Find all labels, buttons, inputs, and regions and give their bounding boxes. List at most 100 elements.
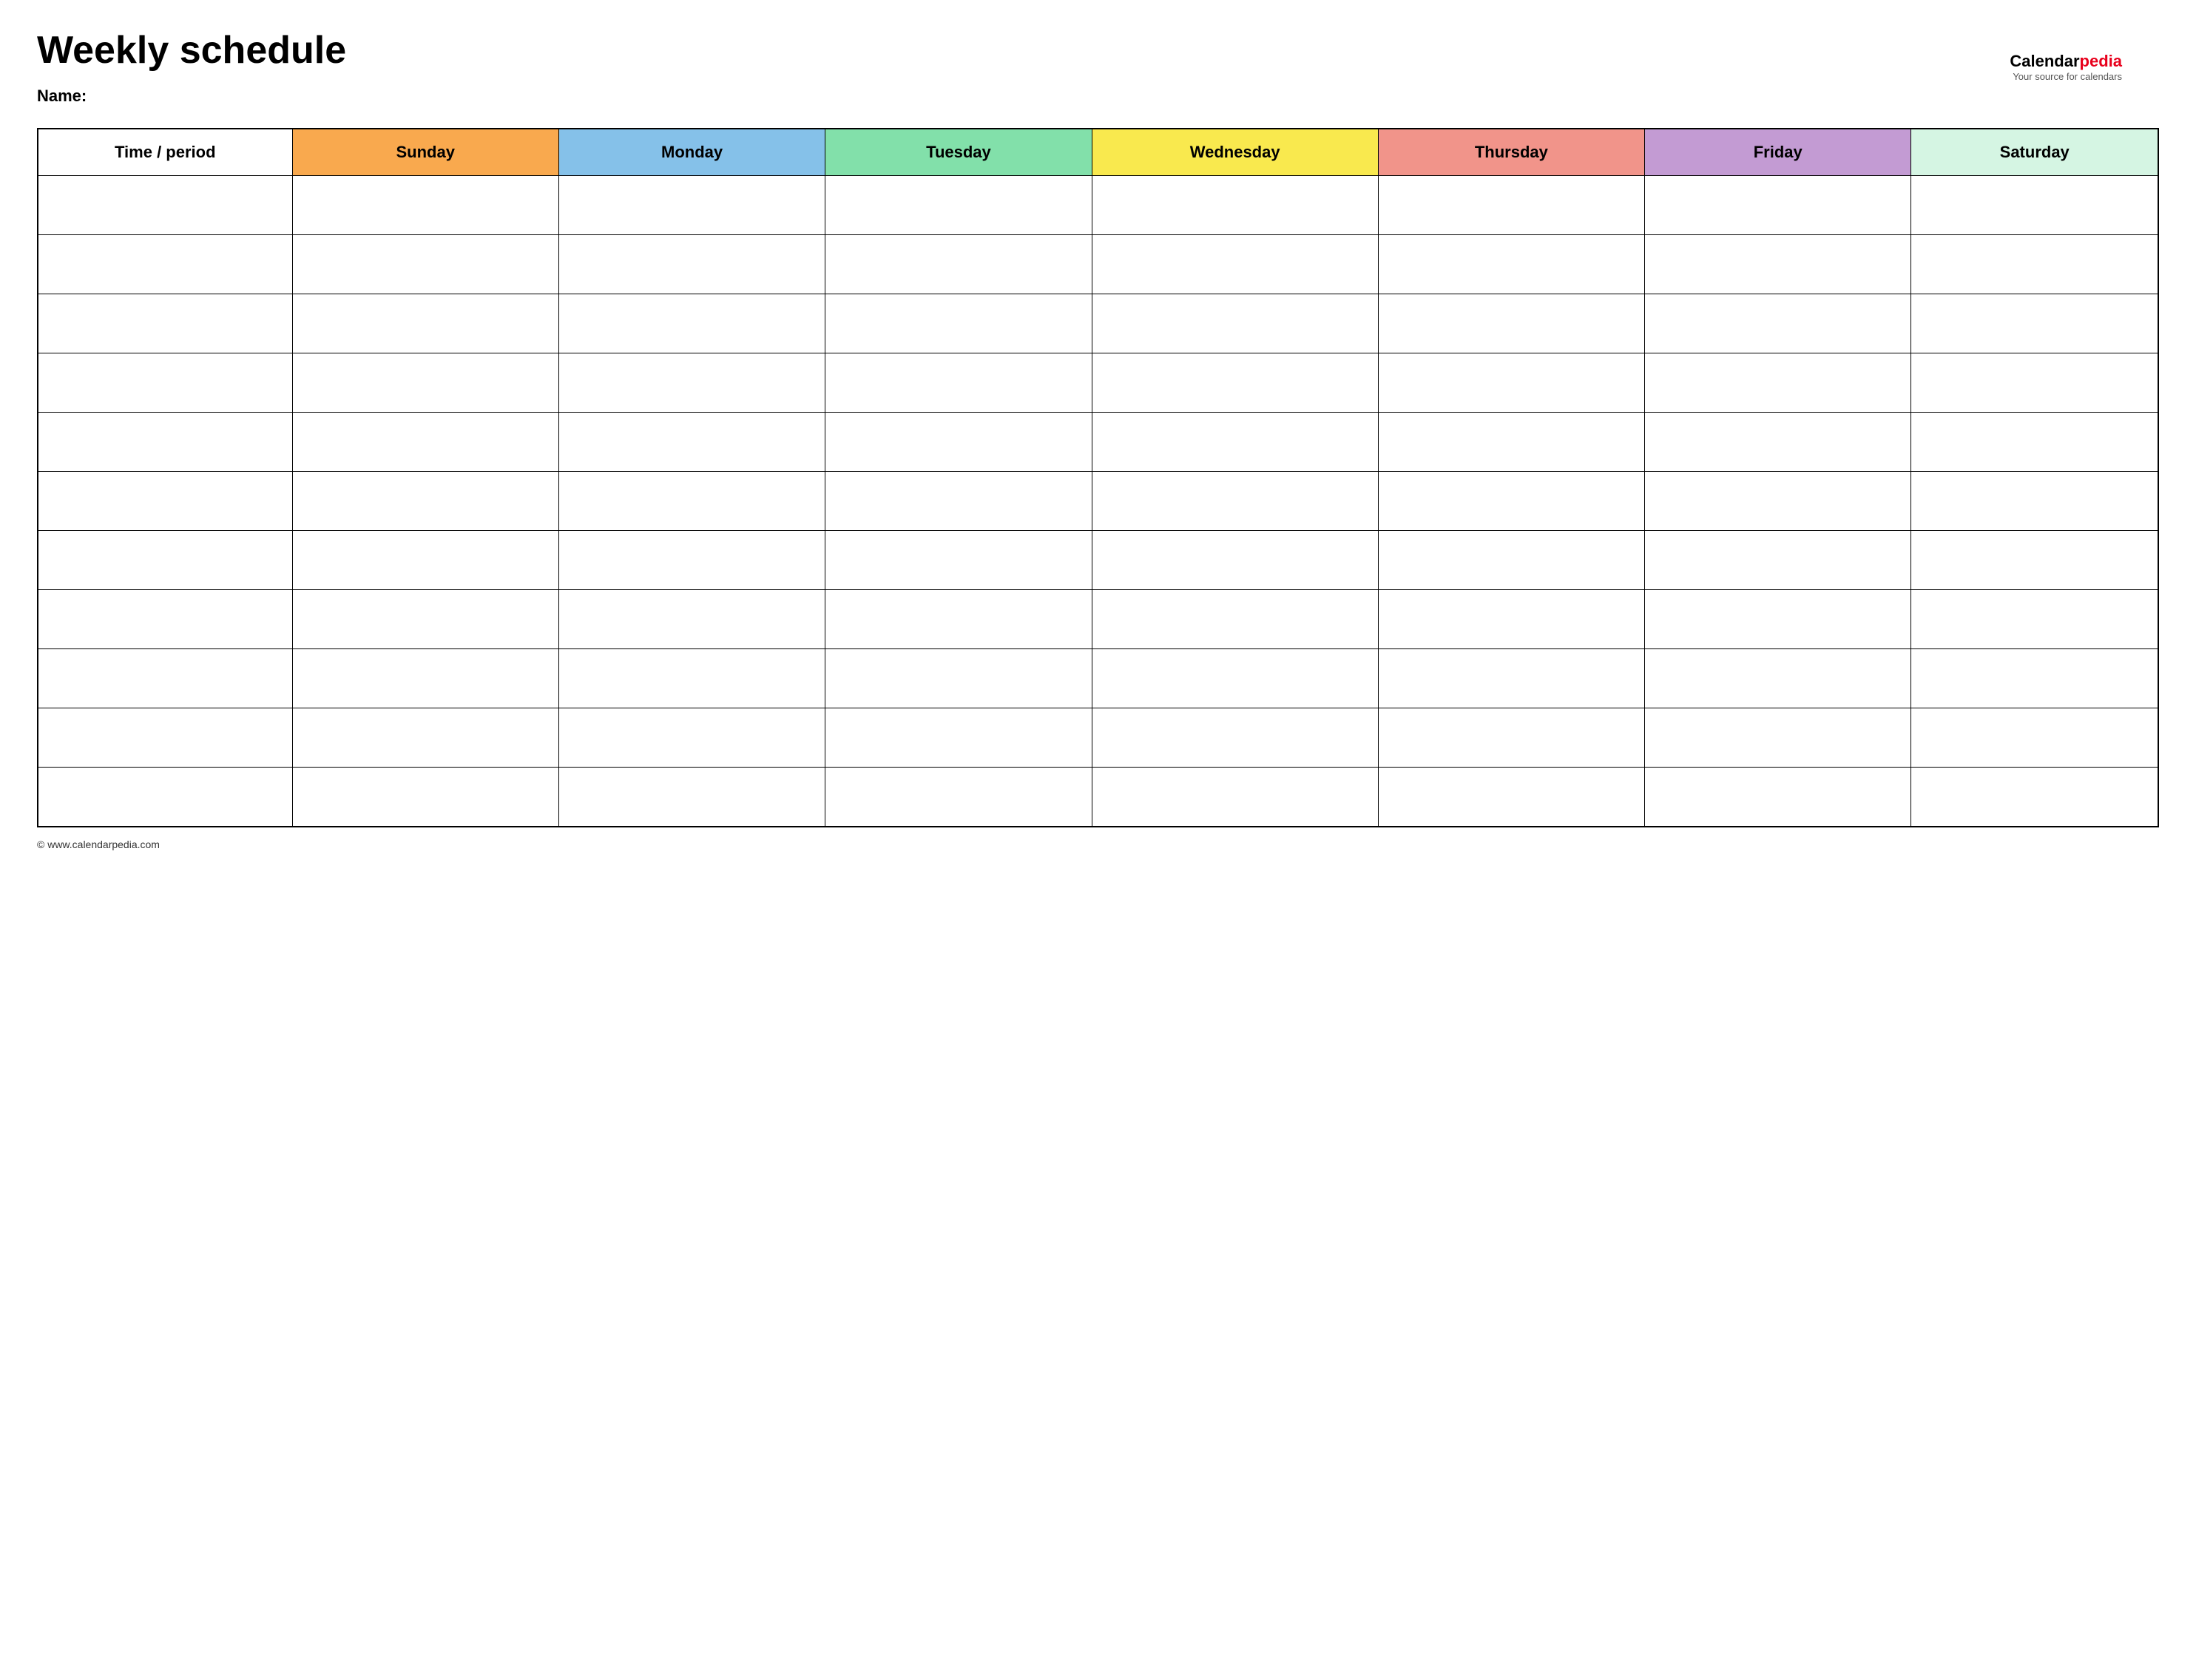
schedule-cell[interactable]	[1378, 294, 1644, 353]
schedule-cell[interactable]	[1911, 413, 2158, 472]
schedule-cell[interactable]	[292, 413, 558, 472]
schedule-cell[interactable]	[38, 413, 292, 472]
schedule-cell[interactable]	[825, 531, 1092, 590]
schedule-cell[interactable]	[825, 768, 1092, 827]
schedule-cell[interactable]	[292, 531, 558, 590]
schedule-cell[interactable]	[1911, 353, 2158, 413]
schedule-cell[interactable]	[1378, 768, 1644, 827]
schedule-cell[interactable]	[1378, 649, 1644, 708]
table-row	[38, 235, 2158, 294]
schedule-cell[interactable]	[1911, 649, 2158, 708]
schedule-cell[interactable]	[558, 235, 825, 294]
schedule-cell[interactable]	[1378, 590, 1644, 649]
schedule-cell[interactable]	[292, 590, 558, 649]
schedule-cell[interactable]	[1378, 413, 1644, 472]
schedule-cell[interactable]	[825, 235, 1092, 294]
table-row	[38, 472, 2158, 531]
schedule-cell[interactable]	[825, 472, 1092, 531]
schedule-cell[interactable]	[1092, 353, 1378, 413]
schedule-cell[interactable]	[1092, 708, 1378, 768]
schedule-cell[interactable]	[825, 649, 1092, 708]
schedule-cell[interactable]	[1911, 768, 2158, 827]
schedule-cell[interactable]	[558, 353, 825, 413]
schedule-cell[interactable]	[1092, 235, 1378, 294]
schedule-cell[interactable]	[1645, 590, 1911, 649]
schedule-cell[interactable]	[825, 590, 1092, 649]
schedule-cell[interactable]	[38, 649, 292, 708]
schedule-cell[interactable]	[1645, 768, 1911, 827]
schedule-cell[interactable]	[38, 176, 292, 235]
schedule-cell[interactable]	[292, 235, 558, 294]
schedule-cell[interactable]	[825, 176, 1092, 235]
schedule-cell[interactable]	[558, 472, 825, 531]
schedule-cell[interactable]	[1645, 353, 1911, 413]
schedule-cell[interactable]	[1911, 531, 2158, 590]
footer-url: © www.calendarpedia.com	[37, 839, 160, 850]
schedule-cell[interactable]	[1092, 472, 1378, 531]
schedule-cell[interactable]	[1911, 176, 2158, 235]
schedule-cell[interactable]	[825, 708, 1092, 768]
schedule-cell[interactable]	[292, 294, 558, 353]
schedule-cell[interactable]	[558, 531, 825, 590]
schedule-cell[interactable]	[558, 294, 825, 353]
schedule-cell[interactable]	[292, 353, 558, 413]
schedule-cell[interactable]	[292, 768, 558, 827]
schedule-cell[interactable]	[1092, 590, 1378, 649]
schedule-cell[interactable]	[558, 768, 825, 827]
schedule-cell[interactable]	[825, 294, 1092, 353]
schedule-cell[interactable]	[38, 235, 292, 294]
schedule-cell[interactable]	[558, 649, 825, 708]
schedule-cell[interactable]	[38, 353, 292, 413]
schedule-cell[interactable]	[1645, 649, 1911, 708]
schedule-cell[interactable]	[825, 353, 1092, 413]
schedule-cell[interactable]	[292, 176, 558, 235]
schedule-cell[interactable]	[558, 176, 825, 235]
schedule-cell[interactable]	[292, 649, 558, 708]
schedule-cell[interactable]	[1378, 235, 1644, 294]
schedule-cell[interactable]	[1092, 413, 1378, 472]
schedule-cell[interactable]	[292, 472, 558, 531]
schedule-cell[interactable]	[1092, 649, 1378, 708]
schedule-cell[interactable]	[292, 708, 558, 768]
schedule-cell[interactable]	[1378, 176, 1644, 235]
schedule-cell[interactable]	[1911, 235, 2158, 294]
schedule-cell[interactable]	[1378, 708, 1644, 768]
schedule-cell[interactable]	[558, 708, 825, 768]
table-row	[38, 590, 2158, 649]
schedule-cell[interactable]	[38, 768, 292, 827]
schedule-cell[interactable]	[1378, 353, 1644, 413]
schedule-cell[interactable]	[1911, 590, 2158, 649]
schedule-cell[interactable]	[1911, 294, 2158, 353]
schedule-cell[interactable]	[1092, 176, 1378, 235]
page-title: Weekly schedule	[37, 30, 2159, 72]
schedule-cell[interactable]	[558, 590, 825, 649]
schedule-cell[interactable]	[825, 413, 1092, 472]
name-label: Name:	[37, 87, 2159, 106]
schedule-cell[interactable]	[1911, 708, 2158, 768]
schedule-cell[interactable]	[1645, 708, 1911, 768]
schedule-cell[interactable]	[1378, 531, 1644, 590]
schedule-cell[interactable]	[1378, 472, 1644, 531]
schedule-cell[interactable]	[1092, 531, 1378, 590]
schedule-cell[interactable]	[1092, 294, 1378, 353]
table-row	[38, 294, 2158, 353]
schedule-cell[interactable]	[38, 472, 292, 531]
schedule-cell[interactable]	[558, 413, 825, 472]
schedule-cell[interactable]	[1645, 531, 1911, 590]
table-row	[38, 649, 2158, 708]
schedule-cell[interactable]	[38, 531, 292, 590]
schedule-cell[interactable]	[1645, 413, 1911, 472]
schedule-cell[interactable]	[1645, 294, 1911, 353]
schedule-cell[interactable]	[38, 294, 292, 353]
schedule-cell[interactable]	[38, 590, 292, 649]
schedule-cell[interactable]	[38, 708, 292, 768]
header-monday: Monday	[558, 129, 825, 176]
schedule-cell[interactable]	[1645, 472, 1911, 531]
logo-brand-part1: Calendar	[2010, 52, 2079, 70]
schedule-cell[interactable]	[1645, 235, 1911, 294]
header-row: Time / period Sunday Monday Tuesday Wedn…	[38, 129, 2158, 176]
schedule-cell[interactable]	[1645, 176, 1911, 235]
schedule-cell[interactable]	[1092, 768, 1378, 827]
logo-tagline: Your source for calendars	[2010, 71, 2122, 82]
schedule-cell[interactable]	[1911, 472, 2158, 531]
